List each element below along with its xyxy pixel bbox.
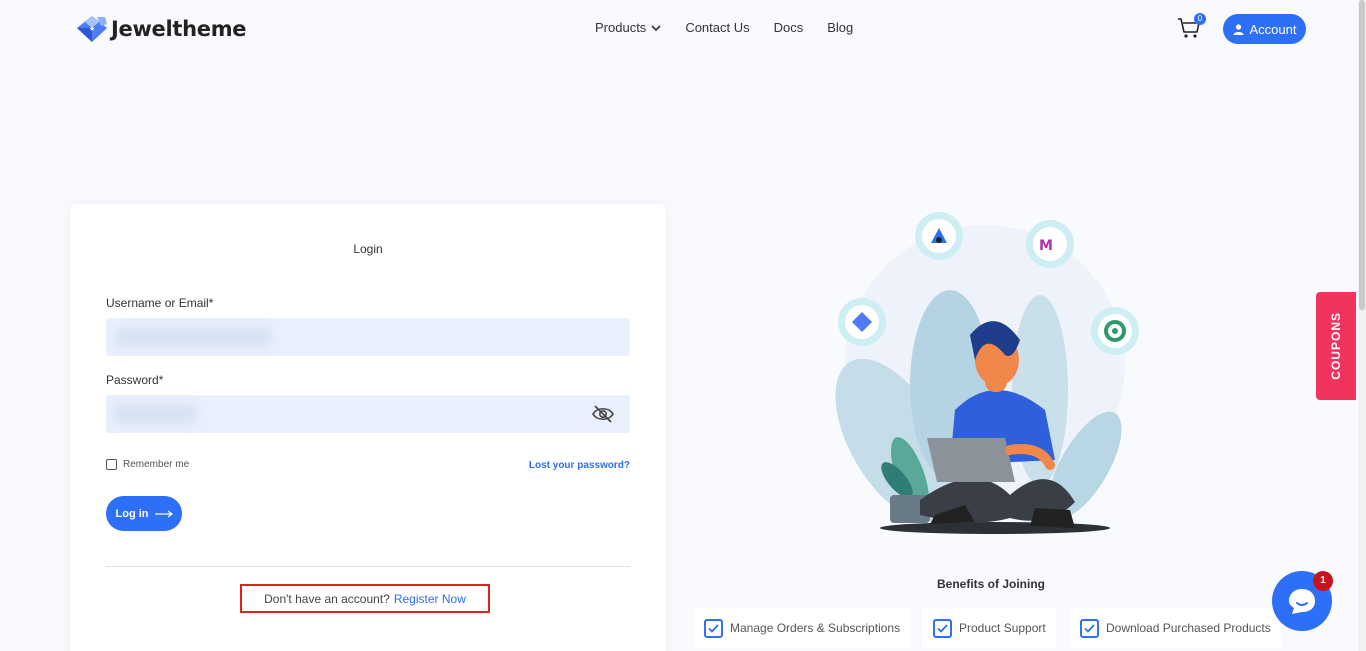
register-prompt-text: Don't have an account? — [264, 591, 390, 606]
username-input[interactable] — [106, 318, 630, 356]
product-icon-circle — [838, 298, 886, 346]
benefit-item: Product Support — [923, 608, 1056, 648]
password-label: Password* — [106, 373, 164, 387]
product-icon-circle — [1091, 307, 1139, 355]
nav-item-label: Products — [595, 20, 647, 35]
coupons-label: COUPONS — [1329, 312, 1343, 380]
benefit-label: Download Purchased Products — [1106, 621, 1271, 635]
scrollbar-thumb[interactable] — [1359, 0, 1365, 310]
page-scrollbar[interactable] — [1358, 0, 1366, 651]
brand-name: Jeweltheme — [111, 17, 247, 41]
divider — [106, 566, 630, 567]
login-card: Login Username or Email* Password* Remem… — [70, 204, 666, 651]
login-button[interactable]: Log in — [106, 496, 182, 531]
brand-logo[interactable]: ★ Jeweltheme — [75, 14, 247, 44]
svg-text:★: ★ — [89, 25, 95, 33]
diamond-logo-icon: ★ — [77, 16, 107, 42]
benefit-item: Manage Orders & Subscriptions — [694, 608, 911, 648]
svg-text:M: M — [1039, 238, 1053, 254]
cart-button[interactable]: 0 — [1177, 13, 1206, 42]
benefit-label: Manage Orders & Subscriptions — [730, 621, 901, 635]
remember-me[interactable]: Remember me — [106, 459, 189, 470]
account-button[interactable]: Account — [1223, 14, 1306, 44]
nav-item-blog[interactable]: Blog — [827, 20, 853, 35]
chat-bubble-icon — [1289, 589, 1315, 614]
site-header: ★ Jeweltheme Products Contact Us Docs Bl… — [0, 0, 1366, 58]
login-title: Login — [353, 242, 383, 256]
product-icon-circle: M — [1026, 220, 1074, 268]
lost-password-link[interactable]: Lost your password? — [529, 460, 630, 471]
remember-label: Remember me — [123, 459, 190, 470]
password-input[interactable] — [106, 395, 630, 433]
chat-notification-badge: 1 — [1313, 571, 1333, 591]
checkmark-icon — [704, 618, 723, 638]
redacted-value — [114, 405, 196, 423]
benefit-label: Product Support — [959, 621, 1046, 635]
username-label: Username or Email* — [106, 296, 214, 310]
account-label: Account — [1249, 21, 1297, 37]
benefit-item: Download Purchased Products — [1070, 608, 1281, 648]
coupons-tab[interactable]: COUPONS — [1316, 292, 1356, 400]
checkmark-icon — [933, 618, 952, 638]
benefits-title: Benefits of Joining — [937, 577, 1045, 591]
nav-item-docs[interactable]: Docs — [774, 20, 804, 35]
checkmark-icon — [1080, 618, 1099, 638]
chevron-down-icon — [651, 24, 661, 31]
eye-slash-icon[interactable] — [592, 405, 614, 423]
nav-item-contact[interactable]: Contact Us — [685, 20, 749, 35]
person-with-laptop-illustration: M — [835, 212, 1139, 534]
user-icon — [1233, 23, 1243, 35]
product-icon-circle — [915, 212, 963, 260]
register-prompt: Don't have an account? Register Now — [240, 584, 490, 613]
nav-item-products[interactable]: Products — [595, 20, 661, 35]
main-nav: Products Contact Us Docs Blog — [595, 20, 853, 35]
redacted-value — [116, 328, 271, 346]
arrow-right-icon — [154, 510, 173, 517]
register-now-link[interactable]: Register Now — [394, 592, 466, 606]
login-button-label: Log in — [115, 507, 149, 520]
remember-checkbox[interactable] — [106, 459, 117, 470]
cart-count-badge: 0 — [1194, 13, 1206, 25]
